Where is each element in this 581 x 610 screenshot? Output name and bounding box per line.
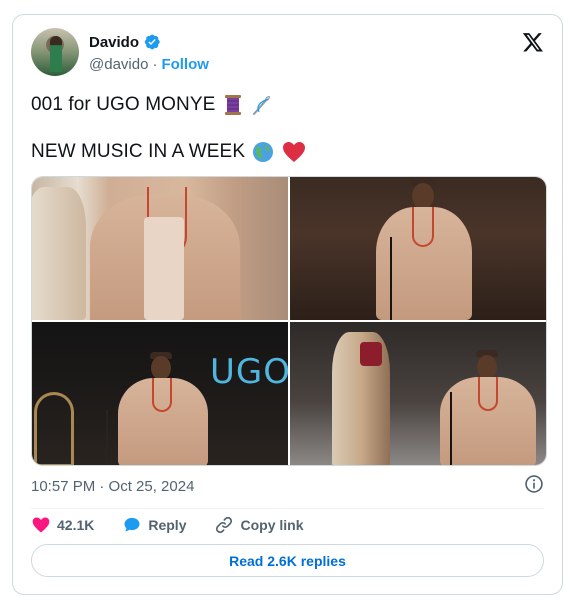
photo-4[interactable] bbox=[290, 322, 546, 465]
reply-bubble-icon bbox=[124, 517, 140, 532]
handle-row: @davido · Follow bbox=[89, 56, 209, 73]
reply-button[interactable]: Reply bbox=[122, 515, 186, 535]
copy-link-button[interactable]: Copy link bbox=[214, 515, 304, 535]
like-count: 42.1K bbox=[57, 517, 95, 533]
avatar[interactable] bbox=[31, 28, 79, 76]
link-icon bbox=[216, 516, 233, 534]
tweet-timestamp[interactable]: 10:57 PM · Oct 25, 2024 bbox=[31, 478, 194, 495]
divider bbox=[31, 508, 544, 509]
tweet-text-2: NEW MUSIC IN A WEEK bbox=[31, 141, 246, 163]
heart-icon bbox=[32, 517, 50, 533]
globe-emoji-icon bbox=[253, 142, 274, 162]
tweet-text-line-2: NEW MUSIC IN A WEEK bbox=[31, 141, 306, 163]
photo-3[interactable]: UGO bbox=[32, 322, 288, 465]
x-logo-icon[interactable] bbox=[522, 31, 544, 53]
photo-1[interactable] bbox=[32, 177, 288, 320]
verified-badge-icon bbox=[144, 34, 160, 50]
follow-button[interactable]: Follow bbox=[161, 56, 209, 73]
display-name[interactable]: Davido bbox=[89, 34, 139, 51]
photo-2[interactable] bbox=[290, 177, 546, 320]
like-button[interactable]: 42.1K bbox=[31, 515, 94, 535]
media-grid: UGO bbox=[31, 176, 547, 466]
read-replies-button[interactable]: Read 2.6K replies bbox=[31, 544, 544, 577]
sewing-needle-emoji-icon bbox=[253, 96, 271, 115]
tweet-card: Davido @davido · Follow 001 for UGO MONY… bbox=[12, 14, 563, 595]
tweet-text-1: 001 for UGO MONYE bbox=[31, 94, 216, 116]
spool-of-thread-emoji-icon bbox=[224, 95, 241, 115]
handle[interactable]: @davido bbox=[89, 56, 148, 73]
tweet-text-line-1: 001 for UGO MONYE bbox=[31, 94, 272, 116]
ugo-brand-text: UGO bbox=[210, 352, 288, 392]
copy-link-label: Copy link bbox=[240, 517, 304, 533]
info-icon[interactable] bbox=[524, 474, 544, 494]
red-heart-emoji-icon bbox=[282, 142, 305, 162]
separator-dot: · bbox=[152, 56, 158, 73]
reply-label: Reply bbox=[148, 517, 187, 533]
action-bar: 42.1K Reply Copy link bbox=[31, 514, 332, 536]
author-name-row: Davido bbox=[89, 33, 161, 51]
